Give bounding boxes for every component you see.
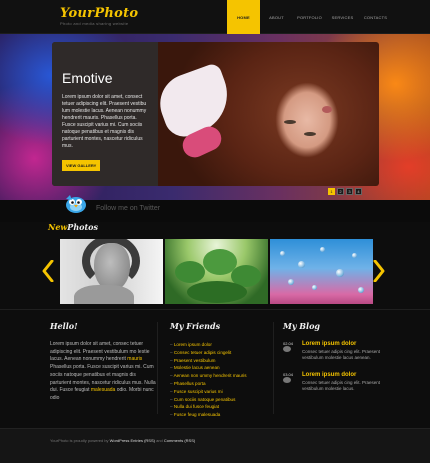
hero-photo-detail: [284, 120, 296, 124]
section-divider: [0, 309, 430, 310]
column-divider: [273, 322, 274, 414]
friend-link[interactable]: Phasellus porta: [170, 380, 247, 388]
pager-dot-2[interactable]: 2: [337, 188, 344, 195]
view-gallery-button[interactable]: View Gallery: [62, 160, 101, 171]
pager-dot-1[interactable]: 1: [328, 188, 335, 195]
friend-link[interactable]: Fusce feug malesuada: [170, 411, 247, 419]
nav-portfolio[interactable]: Portfolio: [293, 0, 326, 34]
wordpress-link[interactable]: WordPress: [110, 438, 130, 443]
new-photos-title-part: Photos: [67, 222, 98, 232]
footer-and: and: [154, 438, 164, 443]
comments-rss-link[interactable]: Comments (RSS): [164, 438, 195, 443]
hello-link[interactable]: malesuada: [91, 387, 115, 393]
comment-bubble-icon: [283, 346, 291, 352]
hero-slide: Emotive Lorem ipsum dolor sit amet, cons…: [52, 42, 379, 186]
thumbnail-detail: [175, 261, 205, 283]
blog-post-excerpt: Consec tetuer adipis cing elit. Praesent…: [302, 349, 381, 360]
slider-pager: 1 2 3 4: [328, 188, 362, 195]
friend-link[interactable]: Cum sociis natoque penatibus: [170, 396, 247, 404]
pager-dot-4[interactable]: 4: [355, 188, 362, 195]
friends-title: My Friends: [170, 321, 221, 331]
new-photos-title-part: New: [48, 222, 68, 232]
photo-carousel: [60, 239, 373, 304]
main-nav: Home About Portfolio Services Contacts: [227, 0, 392, 34]
photo-thumbnail-garden[interactable]: [165, 239, 268, 304]
friend-link[interactable]: Aenean non ummy hendrerit mauris: [170, 372, 247, 380]
thumbnail-detail: [298, 261, 305, 268]
blog-title: My Blog: [283, 321, 321, 331]
thumbnail-detail: [187, 281, 247, 303]
photo-thumbnail-raindrops[interactable]: [270, 239, 373, 304]
friends-list: Lorem ipsum dolor Consec tetuer adipis c…: [170, 341, 247, 419]
hero-banner: Emotive Lorem ipsum dolor sit amet, cons…: [0, 34, 430, 200]
blog-post-title[interactable]: Lorem ipsum dolor: [302, 341, 356, 347]
friend-link[interactable]: Fusce suscipit varius mi: [170, 388, 247, 396]
hero-text: Lorem ipsum dolor sit amet, consect tetu…: [62, 94, 147, 149]
hello-text: Lorem ipsum dolor sit amet, consec tetue…: [50, 341, 156, 403]
thumbnail-detail: [358, 287, 364, 293]
footer-text: YourPhoto is proudly powered by WordPres…: [50, 438, 195, 443]
thumbnail-detail: [94, 243, 130, 291]
twitter-follow-link[interactable]: Follow me on Twitter: [96, 205, 160, 212]
nav-contacts[interactable]: Contacts: [359, 0, 392, 34]
friend-link[interactable]: Praesent vestibulum: [170, 357, 247, 365]
twitter-bird-icon[interactable]: [64, 194, 88, 214]
thumbnail-detail: [352, 253, 357, 258]
arrow-right-icon[interactable]: [373, 260, 385, 282]
hero-title: Emotive: [62, 70, 113, 86]
friend-link[interactable]: Nulla dui fusce feugiat: [170, 403, 247, 411]
footer: YourPhoto is proudly powered by WordPres…: [0, 428, 430, 463]
blog-post-title[interactable]: Lorem ipsum dolor: [302, 372, 356, 378]
nav-services[interactable]: Services: [326, 0, 359, 34]
pager-dot-3[interactable]: 3: [346, 188, 353, 195]
column-divider: [157, 322, 158, 414]
blog-post-excerpt: Consec tetuer adipis cing elit. Praesent…: [302, 380, 381, 391]
footer-prefix: YourPhoto is proudly powered by: [50, 438, 110, 443]
site-logo[interactable]: YourPhoto: [60, 6, 138, 21]
hello-title: Hello!: [50, 321, 78, 331]
entries-rss-link[interactable]: Entries (RSS): [131, 438, 155, 443]
nav-home[interactable]: Home: [227, 0, 260, 34]
arrow-left-icon[interactable]: [42, 260, 54, 282]
hero-photo-detail: [151, 61, 239, 143]
thumbnail-detail: [320, 247, 325, 252]
comment-bubble-icon: [283, 377, 291, 383]
photo-thumbnail-portrait[interactable]: [60, 239, 163, 304]
nav-about[interactable]: About: [260, 0, 293, 34]
hero-caption: Emotive Lorem ipsum dolor sit amet, cons…: [52, 42, 158, 186]
thumbnail-detail: [288, 279, 294, 285]
friend-link[interactable]: Lorem ipsum dolor: [170, 341, 247, 349]
site-tagline: Photo and media sharing website: [60, 21, 129, 26]
thumbnail-detail: [336, 269, 344, 277]
thumbnail-detail: [74, 285, 134, 304]
hero-photo-detail: [322, 106, 332, 113]
header: YourPhoto Photo and media sharing websit…: [0, 0, 430, 34]
friend-link[interactable]: Molestie lacus aenean: [170, 364, 247, 372]
new-photos-title: NewPhotos: [48, 222, 98, 232]
hero-photo-detail: [304, 132, 316, 136]
hello-link[interactable]: mauris: [127, 356, 142, 362]
thumbnail-detail: [280, 251, 285, 256]
friend-link[interactable]: Consec tetuer adipis cingelit: [170, 349, 247, 357]
thumbnail-detail: [312, 285, 317, 290]
